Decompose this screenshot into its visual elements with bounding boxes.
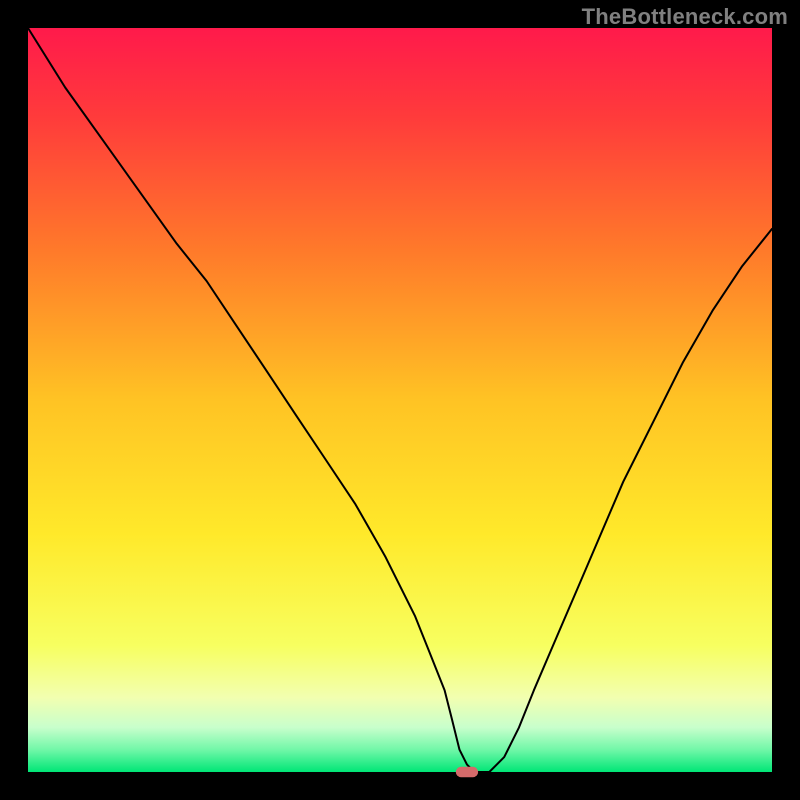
- plot-background: [28, 28, 772, 772]
- chart-frame: TheBottleneck.com: [0, 0, 800, 800]
- optimal-marker: [456, 767, 478, 777]
- watermark-text: TheBottleneck.com: [582, 4, 788, 30]
- bottleneck-chart: [0, 0, 800, 800]
